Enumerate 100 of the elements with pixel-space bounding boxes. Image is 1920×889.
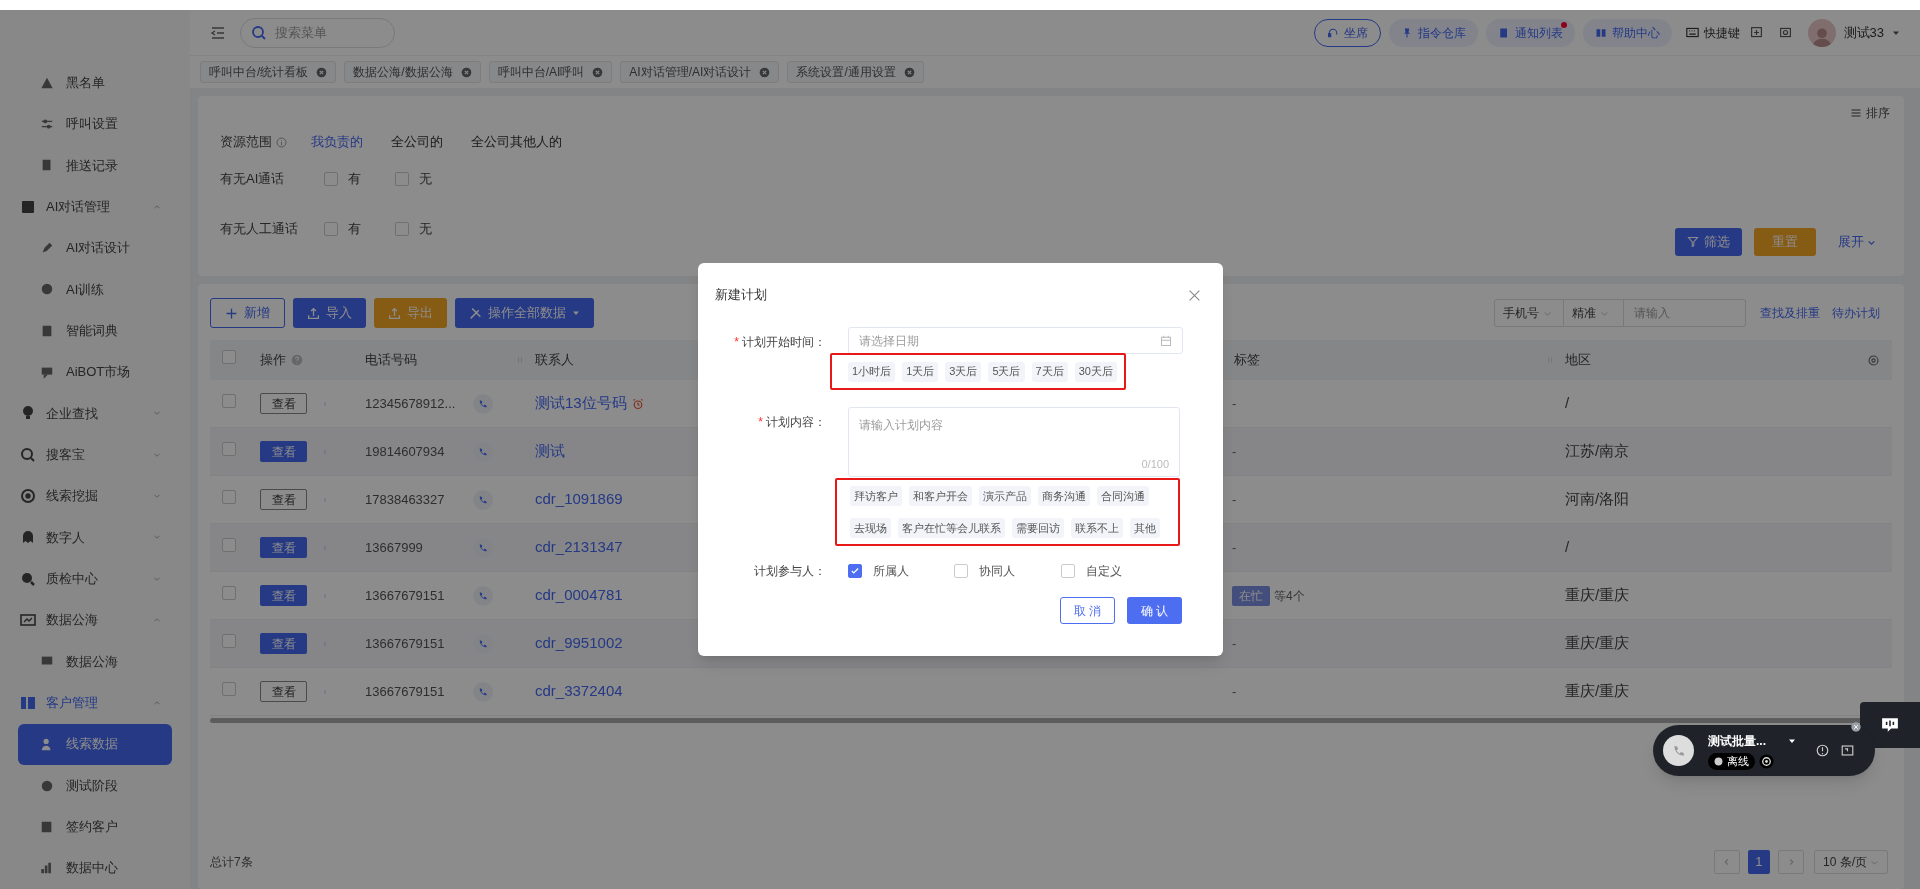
phone-button[interactable] — [1663, 735, 1694, 766]
sidebar-item[interactable]: 线索数据 — [18, 723, 172, 765]
row-checkbox[interactable] — [222, 441, 236, 456]
view-button[interactable]: 查看 — [260, 441, 307, 462]
checkbox[interactable] — [848, 564, 862, 578]
quick-option-chip[interactable]: 其他 — [1130, 518, 1160, 538]
voice-chat-button[interactable] — [1860, 702, 1920, 748]
screen-icon[interactable] — [1749, 26, 1763, 39]
topbar-button[interactable]: 帮助中心 — [1582, 18, 1672, 47]
sidebar-item[interactable]: 呼叫设置 — [66, 114, 118, 134]
checkbox[interactable] — [395, 172, 409, 186]
view-button[interactable]: 查看 — [260, 633, 307, 654]
contact-link[interactable]: cdr_1091869 — [535, 488, 623, 511]
sidebar-group[interactable]: 企业查找 — [46, 403, 152, 424]
checkbox[interactable] — [954, 564, 968, 578]
quick-option-chip[interactable]: 联系不上 — [1071, 518, 1123, 538]
call-button[interactable] — [473, 393, 493, 414]
quick-option-chip[interactable]: 和客户开会 — [909, 486, 972, 506]
row-checkbox[interactable] — [222, 633, 236, 648]
status-toggle[interactable]: 离线 — [1708, 752, 1755, 770]
camera-icon[interactable] — [1778, 26, 1792, 39]
contact-link[interactable]: cdr_3372404 — [535, 680, 623, 703]
quick-option-chip[interactable]: 拜访客户 — [850, 486, 902, 506]
expand-window-icon[interactable] — [1841, 744, 1854, 757]
confirm-button[interactable]: 确 认 — [1127, 597, 1182, 624]
call-button[interactable] — [473, 681, 493, 702]
checkbox[interactable] — [1061, 564, 1075, 578]
checkbox[interactable] — [324, 172, 338, 186]
sidebar-item[interactable]: 测试阶段 — [66, 775, 118, 796]
view-button[interactable]: 查看 — [260, 537, 307, 558]
sidebar-item[interactable]: 数据中心 — [66, 858, 118, 878]
row-checkbox[interactable] — [222, 489, 236, 504]
toolbar-button[interactable]: 导入 — [293, 298, 366, 328]
sidebar-item[interactable]: AI对话设计 — [66, 238, 131, 258]
scope-option[interactable]: 全公司的 — [391, 132, 443, 152]
previous-page-icon[interactable] — [1714, 850, 1740, 874]
page-size-select[interactable]: 10 条/页 — [1814, 850, 1888, 874]
user-name[interactable]: 测试33 — [1843, 22, 1884, 43]
quick-option-chip[interactable]: 1小时后 — [848, 361, 896, 382]
sidebar-group[interactable]: 质检中心 — [46, 569, 152, 589]
quick-option-chip[interactable]: 需要回访 — [1012, 518, 1064, 538]
row-checkbox[interactable] — [222, 393, 236, 408]
avatar[interactable] — [1807, 18, 1836, 47]
shortcut-button[interactable]: 快捷键 — [1685, 23, 1740, 42]
sidebar-group[interactable]: 线索挖掘 — [46, 486, 152, 506]
scope-option[interactable]: 我负责的 — [311, 132, 363, 152]
sidebar-item[interactable]: 黑名单 — [66, 72, 105, 93]
close-icon[interactable] — [1851, 722, 1861, 732]
quick-option-chip[interactable]: 30天后 — [1074, 361, 1117, 382]
quick-option-chip[interactable]: 演示产品 — [979, 486, 1031, 506]
contact-link[interactable]: cdr_0004781 — [535, 584, 623, 607]
quick-option-chip[interactable]: 去现场 — [850, 518, 891, 538]
contact-link[interactable]: 测试13位号码 — [535, 392, 627, 415]
contact-link[interactable]: cdr_2131347 — [535, 536, 623, 559]
toolbar-button[interactable]: 操作全部数据 — [455, 298, 594, 328]
menu-fold-icon[interactable] — [210, 24, 226, 41]
toolbar-link[interactable]: 查找及排重 — [1760, 304, 1820, 322]
dropdown-select[interactable]: 精准 — [1564, 299, 1624, 327]
quick-option-chip[interactable]: 1天后 — [902, 361, 939, 382]
info-icon[interactable] — [1816, 744, 1829, 757]
contact-link[interactable]: 测试 — [535, 440, 565, 463]
toolbar-button[interactable]: 新增 — [210, 298, 285, 328]
dropdown-select[interactable]: 手机号 — [1494, 299, 1564, 327]
select-all-checkbox[interactable] — [222, 350, 236, 365]
topbar-button[interactable]: 指令仓库 — [1388, 18, 1478, 47]
checkbox[interactable] — [395, 222, 409, 236]
sidebar-item[interactable]: 数据公海 — [66, 651, 118, 672]
view-button[interactable]: 查看 — [260, 585, 307, 606]
settings-icon[interactable] — [1759, 753, 1774, 769]
quick-option-chip[interactable]: 7天后 — [1031, 361, 1068, 382]
sidebar-group[interactable]: 数字人 — [46, 527, 152, 548]
toolbar-link[interactable]: 待办计划 — [1832, 304, 1880, 322]
sidebar-item[interactable]: AiBOT市场 — [66, 362, 131, 382]
date-input[interactable]: 请选择日期 — [859, 331, 1160, 350]
sidebar-item[interactable]: 签约客户 — [66, 817, 118, 837]
quick-option-chip[interactable]: 商务沟通 — [1038, 486, 1090, 506]
page-tab[interactable]: AI对话管理/AI对话设计 — [620, 61, 780, 83]
filter-button[interactable]: 筛选 — [1675, 228, 1742, 256]
call-button[interactable] — [473, 585, 493, 606]
quick-option-chip[interactable]: 合同沟通 — [1097, 486, 1149, 506]
quick-option-chip[interactable]: 5天后 — [988, 361, 1025, 382]
call-button[interactable] — [473, 489, 493, 510]
row-checkbox[interactable] — [222, 585, 236, 600]
view-button[interactable]: 查看 — [260, 681, 307, 702]
sidebar-item[interactable]: 智能词典 — [66, 321, 118, 341]
page-tab[interactable]: 系统设置/通用设置 — [787, 61, 924, 83]
page-button[interactable]: 1 — [1748, 850, 1770, 874]
sort-button[interactable]: 排序 — [1850, 104, 1890, 122]
expand-link[interactable]: 展开 — [1838, 232, 1876, 252]
sidebar-item[interactable]: AI训练 — [66, 279, 105, 300]
quick-option-chip[interactable]: 3天后 — [945, 361, 982, 382]
next-page-icon[interactable] — [1778, 850, 1804, 874]
page-tab[interactable]: 数据公海/数据公海 — [344, 61, 481, 83]
checkbox[interactable] — [324, 222, 338, 236]
quick-option-chip[interactable]: 客户在忙等会儿联系 — [898, 518, 1005, 538]
topbar-button[interactable]: 坐席 — [1313, 18, 1381, 47]
topbar-button[interactable]: 通知列表 — [1485, 18, 1575, 47]
view-button[interactable]: 查看 — [260, 489, 307, 510]
page-tab[interactable]: 呼叫中台/统计看板 — [200, 61, 337, 83]
contact-link[interactable]: cdr_9951002 — [535, 632, 623, 655]
